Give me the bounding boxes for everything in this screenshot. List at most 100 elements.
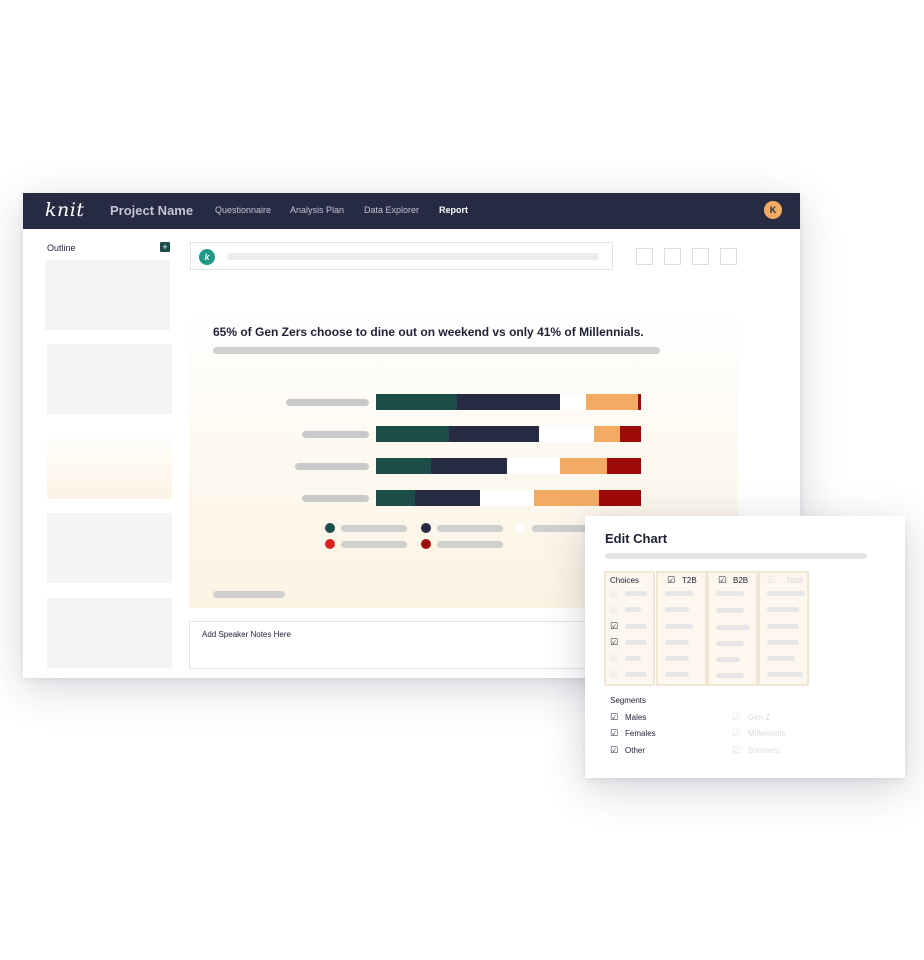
value-line [665,656,689,661]
stacked-bar-row[interactable] [376,458,641,474]
toolbar-button[interactable] [664,248,681,265]
column-header: Total [786,576,803,585]
segment-males[interactable]: Males [625,713,646,722]
value-line [716,625,750,630]
bar-segment[interactable] [376,490,415,506]
checkbox-disabled-icon[interactable]: ☑ [732,713,741,722]
column-header: B2B [733,576,749,585]
stacked-bar-row[interactable] [376,490,641,506]
nav-data-explorer[interactable]: Data Explorer [364,205,419,215]
checkbox-checked-icon[interactable]: ☑ [610,622,619,631]
value-line [767,591,805,596]
value-line [716,673,744,678]
column-header: Choices [610,576,639,585]
panel-subtitle-line [605,553,867,559]
bar-segment[interactable] [619,426,641,442]
nav-analysis-plan[interactable]: Analysis Plan [290,205,344,215]
value-line [665,672,689,677]
bar-segment[interactable] [534,490,600,506]
stacked-bar-row[interactable] [376,394,641,410]
toolbar-button[interactable] [720,248,737,265]
checkbox-checked-icon[interactable]: ☑ [667,576,676,585]
knit-logo[interactable]: knit [45,199,84,221]
slide-thumbnail[interactable] [45,260,170,330]
checkbox-icon[interactable]: ☑ [610,654,619,663]
choice-label [625,672,647,677]
checkbox-checked-icon[interactable]: ☑ [610,746,619,755]
bar-segment[interactable] [559,458,607,474]
legend-dot [325,523,335,533]
slide-thumbnail[interactable] [47,513,172,583]
choice-label [625,640,647,645]
edit-chart-panel: Edit Chart Choices ☑ T2B ☑ B2B ☑ Total ☑… [585,516,905,778]
checkbox-disabled-icon[interactable]: ☑ [732,729,741,738]
segment-boomers[interactable]: Boomers [748,746,780,755]
bar-segment[interactable] [414,490,480,506]
bar-segment[interactable] [479,490,535,506]
prompt-bar[interactable]: k [190,242,613,270]
checkbox-checked-icon[interactable]: ☑ [610,713,619,722]
segment-other[interactable]: Other [625,746,645,755]
toolbar-button[interactable] [636,248,653,265]
project-name[interactable]: Project Name [110,203,193,218]
bar-segment[interactable] [376,458,432,474]
bar-segment[interactable] [507,458,560,474]
bar-segment[interactable] [457,394,560,410]
slide-title[interactable]: 65% of Gen Zers choose to dine out on we… [213,325,644,339]
bar-segment[interactable] [538,426,594,442]
legend-label [437,541,503,548]
category-label [302,431,369,438]
value-line [767,656,795,661]
nav-questionnaire[interactable]: Questionnaire [215,205,271,215]
bar-segment[interactable] [376,426,450,442]
segment-millennials[interactable]: Millennials [748,729,785,738]
nav-report[interactable]: Report [439,205,468,215]
stacked-bar-row[interactable] [376,426,641,442]
checkbox-checked-icon[interactable]: ☑ [610,729,619,738]
value-line [665,591,693,596]
checkbox-disabled-icon[interactable]: ☑ [732,746,741,755]
slide-thumbnail[interactable] [47,598,172,668]
choice-label [625,624,647,629]
bar-segment[interactable] [431,458,508,474]
category-label [302,495,369,502]
toolbar-button[interactable] [692,248,709,265]
bar-segment[interactable] [593,426,620,442]
speaker-notes[interactable]: Add Speaker Notes Here [189,621,609,669]
top-nav: knit Project Name Questionnaire Analysis… [23,193,800,229]
checkbox-icon[interactable]: ☑ [610,670,619,679]
prompt-placeholder-line [227,253,599,260]
bar-segment[interactable] [559,394,586,410]
checkbox-disabled-icon[interactable]: ☑ [767,576,776,585]
value-line [716,657,740,662]
edit-chart-title: Edit Chart [605,531,668,546]
bar-segment[interactable] [376,394,458,410]
value-line [665,607,689,612]
category-label [286,399,369,406]
value-line [716,608,744,613]
column-header: T2B [682,576,697,585]
segment-gen-z[interactable]: Gen Z [748,713,770,722]
slide-thumbnail[interactable] [47,344,172,414]
avatar[interactable]: K [764,201,782,219]
bar-segment[interactable] [599,490,641,506]
checkbox-checked-icon[interactable]: ☑ [718,576,727,585]
value-line [767,624,799,629]
slide-thumbnail-active[interactable] [47,429,172,499]
add-slide-button[interactable]: + [160,242,170,252]
legend-dot [516,523,526,533]
legend-label [341,525,407,532]
bar-segment[interactable] [638,394,641,410]
checkbox-icon[interactable]: ☑ [610,590,619,599]
segment-females[interactable]: Females [625,729,656,738]
bar-segment[interactable] [606,458,641,474]
legend-dot [325,539,335,549]
bar-segment[interactable] [449,426,539,442]
choice-label [625,607,641,612]
value-line [767,607,799,612]
bar-segment[interactable] [585,394,639,410]
legend-label [341,541,407,548]
checkbox-checked-icon[interactable]: ☑ [610,638,619,647]
checkbox-icon[interactable]: ☑ [610,606,619,615]
legend-label [437,525,503,532]
